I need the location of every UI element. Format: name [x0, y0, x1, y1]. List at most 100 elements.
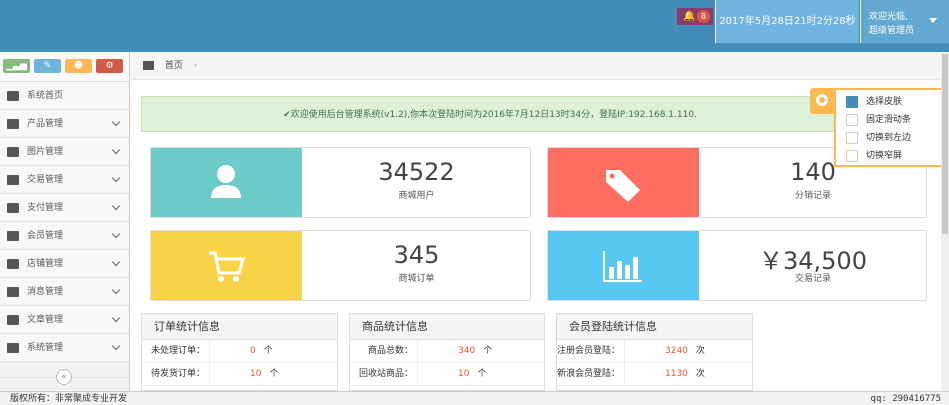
- stat-icon-block: [151, 148, 302, 217]
- option-label: 固定滑动条: [866, 115, 912, 125]
- desktop-icon: [7, 119, 19, 129]
- checkbox[interactable]: [846, 114, 858, 126]
- sidebar-item-payments[interactable]: 支付管理: [0, 194, 129, 222]
- footer: 版权所有：非常聚成专业开发 qq: 290416775: [0, 391, 949, 405]
- sidebar-item-images[interactable]: 图片管理: [0, 138, 129, 166]
- sidebar-item-shops[interactable]: 店铺管理: [0, 250, 129, 278]
- row-key: 注册会员登陆：: [557, 340, 625, 362]
- cart-icon: [209, 251, 245, 282]
- chevron-down-icon: [111, 229, 121, 239]
- chevron-down-icon: [111, 173, 121, 183]
- stat-card-users[interactable]: 34522 商城用户: [150, 147, 531, 218]
- stat-icon-block: [151, 231, 302, 300]
- sidebar-item-label: 文章管理: [27, 315, 64, 325]
- sidebar-item-label: 系统管理: [27, 343, 64, 353]
- scrollbar-thumb[interactable]: [942, 54, 948, 234]
- pencil-icon[interactable]: ✎: [34, 59, 61, 73]
- row-unit: 个: [269, 369, 279, 379]
- chevron-down-icon: [111, 341, 121, 351]
- panel-title: 订单统计信息: [142, 314, 337, 340]
- user-greeting: 欢迎光临,: [869, 12, 908, 22]
- page-scrollbar[interactable]: [941, 52, 949, 391]
- stat-label: 商城订单: [398, 274, 435, 284]
- row-value: 340: [458, 346, 476, 356]
- sidebar-item-messages[interactable]: 消息管理: [0, 278, 129, 306]
- user-role: 超级管理员: [869, 26, 915, 36]
- checkbox[interactable]: [846, 150, 858, 162]
- row-unit: 个: [263, 346, 273, 356]
- settings-panel: 选择皮肤 固定滑动条 切换到左边 切换窄屏: [834, 88, 947, 167]
- sidebar-item-products[interactable]: 产品管理: [0, 110, 129, 138]
- sidebar-item-label: 店铺管理: [27, 259, 64, 269]
- user-menu[interactable]: 欢迎光临, 超级管理员: [860, 0, 949, 43]
- sidebar-item-articles[interactable]: 文章管理: [0, 306, 129, 334]
- tags-icon: [606, 170, 640, 202]
- stat-card-orders[interactable]: 345 商城订单: [150, 230, 531, 301]
- option-label: 选择皮肤: [866, 97, 903, 107]
- row-key: 新浪会员登陆：: [557, 363, 625, 385]
- option-narrow-screen[interactable]: 切换窄屏: [846, 148, 902, 164]
- table-row: 新浪会员登陆： 1130 次: [557, 363, 752, 386]
- notification-badge: 8: [697, 10, 710, 23]
- option-switch-left[interactable]: 切换到左边: [846, 130, 911, 146]
- stat-label: 交易记录: [794, 274, 831, 284]
- breadcrumb-separator: ›: [193, 61, 198, 71]
- row-unit: 个: [477, 369, 487, 379]
- sidebar-item-label: 会员管理: [27, 231, 64, 241]
- signal-icon[interactable]: ▁▃▅: [3, 59, 30, 73]
- chevron-down-icon: [111, 201, 121, 211]
- settings-toggle-button[interactable]: [810, 88, 834, 114]
- qq-contact: qq: 290416775: [870, 394, 941, 404]
- option-skin[interactable]: 选择皮肤: [846, 94, 902, 110]
- row-unit: 个: [483, 346, 493, 356]
- notification-button[interactable]: 🔔 8: [677, 8, 713, 25]
- row-value: 10: [458, 369, 470, 379]
- table-row: 商品总数： 340 个: [350, 340, 544, 363]
- copyright-text: 版权所有：非常聚成专业开发: [10, 394, 128, 404]
- order-stats-panel: 订单统计信息 未处理订单： 0 个 待发货订单： 10 个: [141, 313, 338, 391]
- sidebar-item-transactions[interactable]: 交易管理: [0, 166, 129, 194]
- sidebar-item-members[interactable]: 会员管理: [0, 222, 129, 250]
- skin-color-swatch[interactable]: [846, 96, 858, 108]
- bar-chart-icon: [603, 251, 642, 282]
- credit-card-icon: [7, 203, 19, 213]
- row-value: 1130: [665, 369, 688, 379]
- sidebar-item-label: 消息管理: [27, 287, 64, 297]
- breadcrumb-home-link[interactable]: 首页: [165, 61, 183, 71]
- option-fixed-scrollbar[interactable]: 固定滑动条: [846, 112, 911, 128]
- row-value: 10: [250, 369, 262, 379]
- sidebar-item-label: 系统首页: [27, 91, 64, 101]
- sidebar-item-label: 交易管理: [27, 175, 64, 185]
- row-key: 未处理订单：: [142, 340, 210, 362]
- users-icon[interactable]: ☻: [65, 59, 92, 73]
- sidebar-item-label: 图片管理: [27, 147, 64, 157]
- top-navbar: 🔔 8 2017年5月28日21时2分28秒 欢迎光临, 超级管理员: [0, 0, 949, 52]
- sidebar-item-system[interactable]: 系统管理: [0, 334, 129, 362]
- chevron-down-icon: [111, 145, 121, 155]
- welcome-alert: ✔欢迎使用后台管理系统(v1.2),你本次登陆时间为2016年7月12日13时3…: [141, 96, 839, 132]
- user-icon: [211, 165, 241, 198]
- gear-icon: [816, 94, 828, 106]
- table-row: 待发货订单： 10 个: [142, 363, 337, 386]
- shortcut-bar: ▁▃▅ ✎ ☻ ⚙: [0, 52, 129, 82]
- row-value: 0: [250, 346, 256, 356]
- stat-value: 345: [393, 241, 440, 269]
- sidebar-collapse-button[interactable]: «: [56, 369, 72, 385]
- home-icon: [143, 61, 154, 70]
- sidebar: ▁▃▅ ✎ ☻ ⚙ 系统首页 产品管理 图片管理 交易管理 支付管理 会员管理 …: [0, 52, 130, 391]
- chevron-down-icon: [111, 257, 121, 267]
- sidebar-item-home[interactable]: 系统首页: [0, 82, 129, 110]
- user-icon: [7, 231, 19, 241]
- stat-value: 34522: [378, 158, 455, 186]
- product-stats-panel: 商品统计信息 商品总数： 340 个 回收站商品： 10 个: [349, 313, 545, 391]
- checkbox[interactable]: [846, 132, 858, 144]
- home-icon: [7, 91, 19, 101]
- row-key: 待发货订单：: [142, 363, 210, 385]
- sidebar-item-label: 支付管理: [27, 203, 64, 213]
- cogs-icon: [7, 343, 19, 353]
- chevron-down-icon: [111, 313, 121, 323]
- panel-title: 商品统计信息: [350, 314, 544, 340]
- sidebar-item-label: 产品管理: [27, 119, 64, 129]
- stat-card-transactions[interactable]: ￥34,500 交易记录: [547, 230, 927, 301]
- cogs-icon[interactable]: ⚙: [96, 59, 123, 73]
